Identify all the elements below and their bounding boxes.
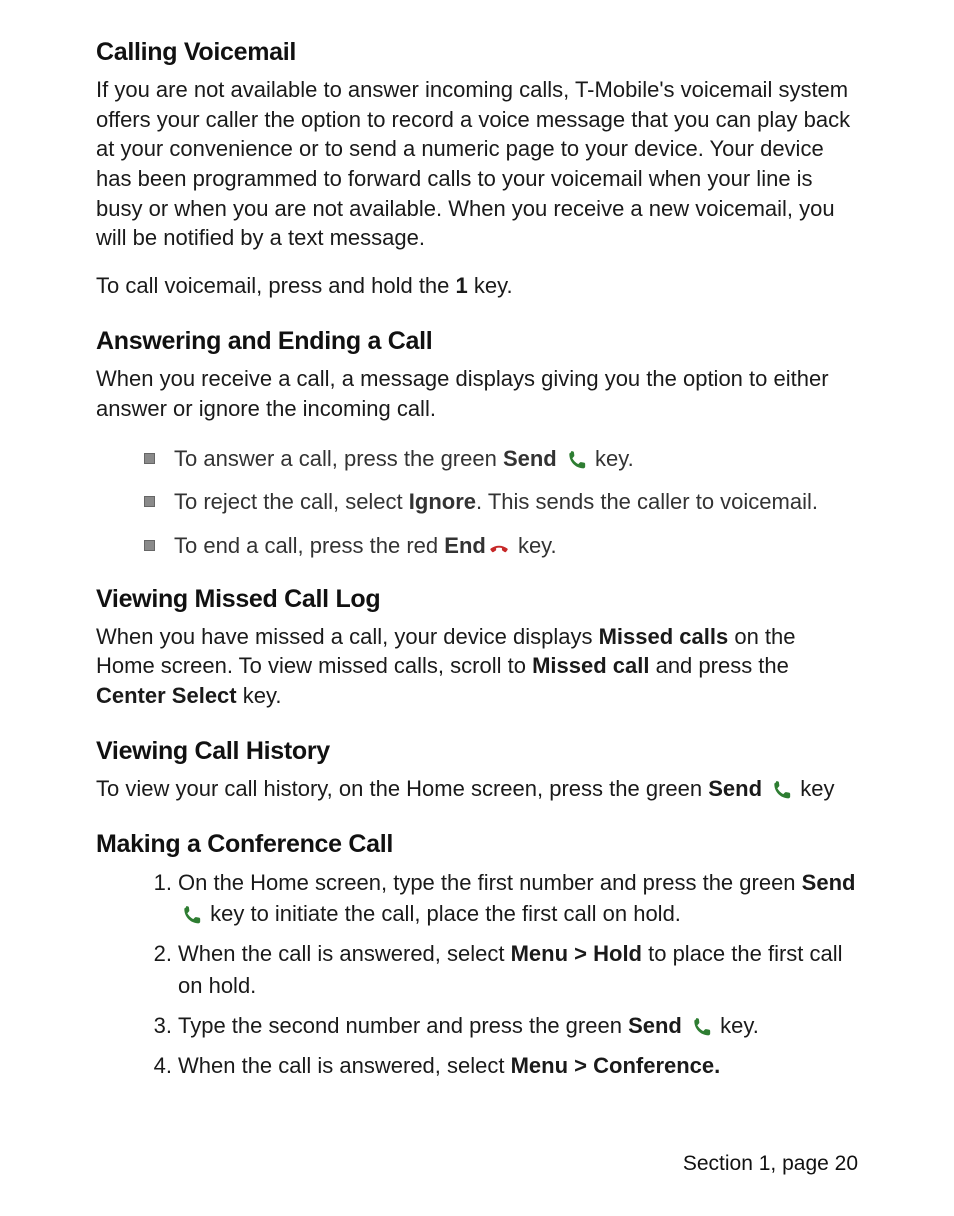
heading-call-history: Viewing Call History <box>96 737 858 766</box>
heading-answering-ending: Answering and Ending a Call <box>96 327 858 356</box>
text: To answer a call, press the green <box>174 446 503 471</box>
page-footer: Section 1, page 20 <box>96 1152 858 1176</box>
text: key. <box>714 1013 759 1038</box>
text: When the call is answered, select <box>178 941 511 966</box>
text: When you have missed a call, your device… <box>96 624 599 649</box>
key-ignore: Ignore <box>409 489 476 514</box>
text: Type the second number and press the gre… <box>178 1013 628 1038</box>
text: To view your call history, on the Home s… <box>96 776 708 801</box>
text: To end a call, press the red <box>174 533 444 558</box>
text: key to initiate the call, place the firs… <box>204 901 681 926</box>
text: . This sends the caller to voicemail. <box>476 489 818 514</box>
key-missed-call: Missed call <box>532 653 649 678</box>
list-item: To reject the call, select Ignore. This … <box>96 484 858 519</box>
send-phone-icon <box>770 780 792 800</box>
list-item: Type the second number and press the gre… <box>152 1010 858 1042</box>
text: On the Home screen, type the first numbe… <box>178 870 802 895</box>
key-center-select: Center Select <box>96 683 237 708</box>
key-send: Send <box>503 446 557 471</box>
text: When the call is answered, select <box>178 1053 511 1078</box>
key-send: Send <box>802 870 856 895</box>
list-item: To answer a call, press the green Send k… <box>96 441 858 476</box>
text: To call voicemail, press and hold the <box>96 273 456 298</box>
voicemail-paragraph-1: If you are not available to answer incom… <box>96 75 858 253</box>
key-missed-calls: Missed calls <box>599 624 729 649</box>
history-paragraph: To view your call history, on the Home s… <box>96 774 858 804</box>
missed-paragraph: When you have missed a call, your device… <box>96 622 858 711</box>
text: key <box>794 776 834 801</box>
answering-paragraph: When you receive a call, a message displ… <box>96 364 858 423</box>
list-item: When the call is answered, select Menu >… <box>152 938 858 1002</box>
text: key. <box>468 273 513 298</box>
send-phone-icon <box>180 905 202 925</box>
key-end: End <box>444 533 486 558</box>
key-menu-conference: Menu > Conference. <box>511 1053 721 1078</box>
list-item: To end a call, press the red End key. <box>96 528 858 563</box>
text: key. <box>237 683 282 708</box>
list-item: When the call is answered, select Menu >… <box>152 1050 858 1082</box>
text: and press the <box>649 653 788 678</box>
manual-page: Calling Voicemail If you are not availab… <box>0 0 954 1216</box>
key-send: Send <box>628 1013 682 1038</box>
heading-missed-call-log: Viewing Missed Call Log <box>96 585 858 614</box>
key-send: Send <box>708 776 762 801</box>
end-phone-icon <box>488 539 510 557</box>
answering-bullet-list: To answer a call, press the green Send k… <box>96 441 858 563</box>
send-phone-icon <box>565 450 587 470</box>
text: To reject the call, select <box>174 489 409 514</box>
list-item: On the Home screen, type the first numbe… <box>152 867 858 931</box>
key-1: 1 <box>456 273 468 298</box>
text: key. <box>589 446 634 471</box>
conference-steps: On the Home screen, type the first numbe… <box>96 867 858 1082</box>
heading-conference-call: Making a Conference Call <box>96 830 858 859</box>
heading-calling-voicemail: Calling Voicemail <box>96 38 858 67</box>
text: key. <box>512 533 557 558</box>
voicemail-paragraph-2: To call voicemail, press and hold the 1 … <box>96 271 858 301</box>
key-menu-hold: Menu > Hold <box>511 941 642 966</box>
send-phone-icon <box>690 1017 712 1037</box>
